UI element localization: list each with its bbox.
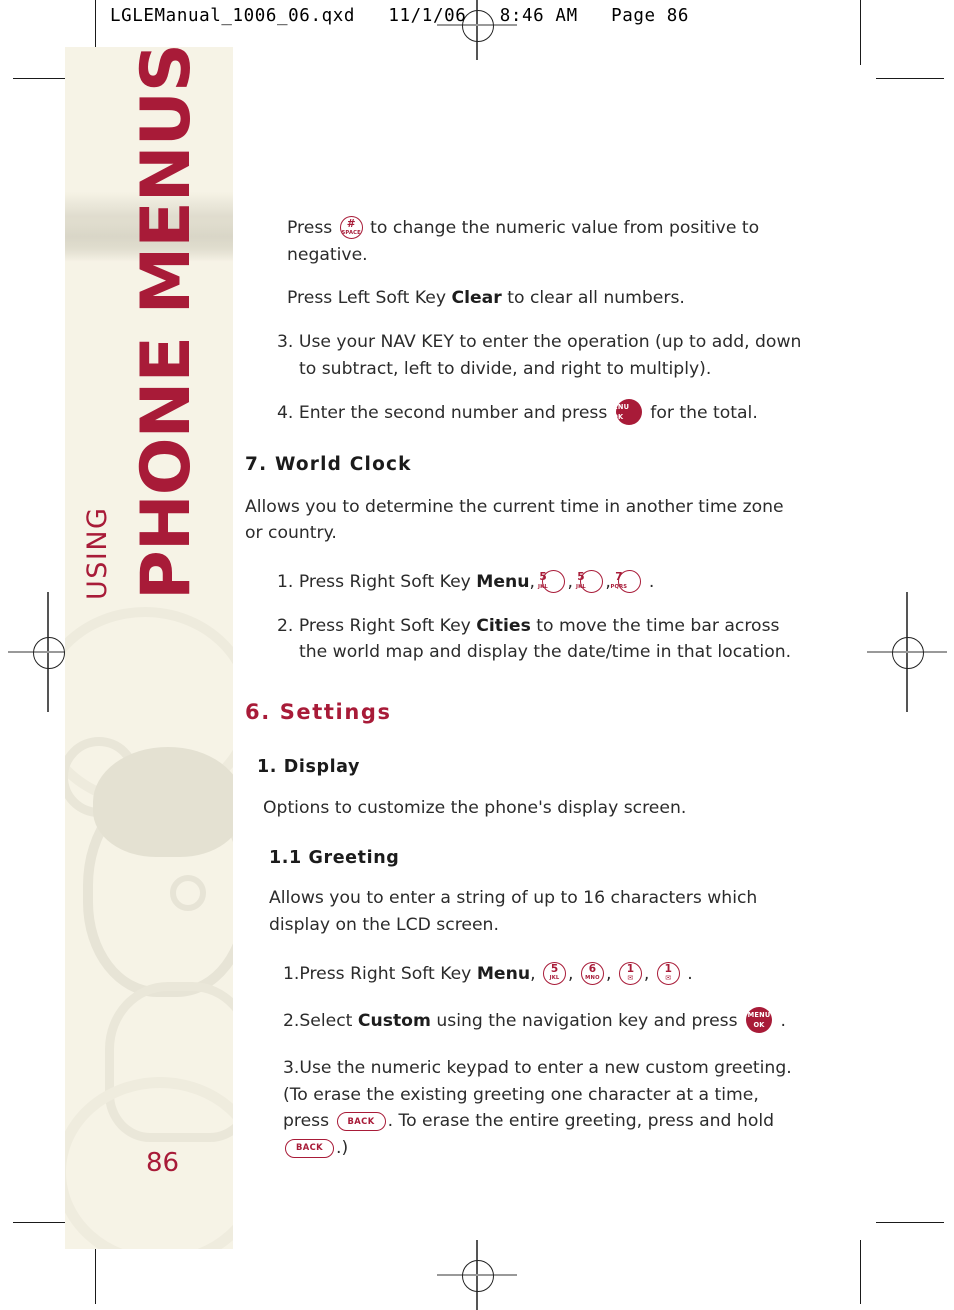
heading-display: 1. Display [257,757,361,778]
key-back-icon: BACK [336,1112,386,1132]
greeting-desc-text: Allows you to enter a string of up to 16… [269,888,758,935]
list-item-greeting-step2: 2.Select Custom using the navigation key… [245,1007,805,1035]
gr-step1-text-lead: 1.Press Right Soft Key [283,963,472,984]
gr-step1-comma-1: , [530,963,536,984]
list-item-greeting-step3: 3.Use the numeric keypad to enter a new … [245,1055,805,1162]
gr-step3-text-c: .) [336,1137,349,1158]
wc-step2-text-lead: 2. Press Right Soft Key [277,615,471,636]
wc-step1-period: . [648,571,655,592]
heading-greeting: 1.1 Greeting [269,848,400,869]
clear-text-tail: to clear all numbers. [507,288,685,309]
calc-step3-text: 3. Use your NAV KEY to enter the operati… [277,331,802,379]
gr-step2-bold-custom: Custom [357,1011,431,1032]
key-6-sublabel: MNO [585,975,600,982]
key-5-sublabel-3: JKL [549,975,560,982]
key-7-pqrs-icon: 7 PQRS [610,569,642,593]
calc-step4-text-tail: for the total. [650,403,758,424]
wc-step1-comma-2: , [567,571,573,592]
key-1-envelope-icon-2: 1 ✉ [656,961,680,985]
gr-step2-text-lead: 2.Select [283,1011,353,1032]
calc-step4-text-lead: 4. Enter the second number and press [277,403,608,424]
gr-step1-bold-menu: Menu [476,963,531,984]
paragraph-press-hash: Press # SPACE to change the numeric valu… [245,215,805,268]
key-5-number: 5 [539,571,547,584]
key-5-number-2: 5 [577,571,585,584]
key-1-envelope-icon: 1 ✉ [618,961,642,985]
sidebar-title-sub: USING [82,506,113,600]
key-5-number-3: 5 [550,963,559,976]
paragraph-clear: Press Left Soft Key Clear to clear all n… [245,285,805,312]
key-5-sublabel-2: JKL [575,583,586,590]
list-item-greeting-step1: 1.Press Right Soft Key Menu, 5 JKL , 6 M… [245,961,805,988]
paragraph-display-desc: Options to customize the phone's display… [245,795,805,822]
crop-mark-bottom-right-horizontal [876,1222,944,1224]
key-5-jkl-icon: 5 JKL [538,569,566,593]
print-header: LGLEManual_1006_06.qxd 11/1/06 8:46 AM P… [110,6,690,26]
registration-mark-right [867,592,947,712]
heading-world-clock: 7. World Clock [245,453,412,475]
key-back-icon-2: BACK [285,1138,334,1158]
wc-step2-bold-cities: Cities [476,615,531,636]
gr-step1-comma-4: , [643,963,650,984]
key-hash-space-icon: # SPACE [339,216,363,239]
key-menu-ok-icon: MENU OK [606,399,642,426]
gr-step2-text-mid: using the navigation key and press [436,1011,738,1032]
key-1-number: 1 [626,963,635,976]
heading-settings: 6. Settings [245,699,392,724]
main-content: Press # SPACE to change the numeric valu… [245,215,805,1179]
key-5-sublabel: JKL [538,583,548,590]
gr-step3-text-b: . To erase the entire greeting, press an… [387,1111,775,1132]
clear-text-lead: Press Left Soft Key [287,288,447,309]
key-back-label-2: BACK [295,1142,324,1153]
key-hash-number: # [346,217,356,230]
wc-step1-text-lead: 1. Press Right Soft Key [277,571,471,592]
key-menu-ok-line2: OK [612,412,624,421]
key-hash-sublabel: SPACE [341,229,361,236]
key-6-mno-icon: 6 MNO [580,961,604,985]
list-item-calc-step3: 3. Use your NAV KEY to enter the operati… [245,329,805,382]
crop-mark-top-right-vertical [860,0,862,65]
paragraph-world-clock-desc: Allows you to determine the current time… [245,494,805,547]
key-7-number: 7 [615,571,623,584]
press-hash-text-lead: Press [287,218,333,238]
display-desc-text: Options to customize the phone's display… [263,797,687,818]
gr-step1-comma-3: , [605,963,612,984]
wc-step1-bold-menu: Menu [476,571,530,592]
key-menu-ok-line1-2: MENU [747,1010,771,1019]
gr-step2-period: . [780,1011,786,1032]
registration-mark-bottom [437,1240,517,1310]
list-item-wc-step1: 1. Press Right Soft Key Menu, 5 JKL , 5 … [245,569,805,596]
key-1-number-2: 1 [664,963,672,976]
paragraph-greeting-desc: Allows you to enter a string of up to 16… [245,885,805,938]
key-5-jkl-icon-3: 5 JKL [543,961,566,985]
gr-step1-period: . [687,963,693,984]
key-1-sublabel-2: ✉ [665,974,672,983]
crop-mark-bottom-left-vertical [95,1240,97,1304]
key-7-sublabel: PQRS [610,583,628,590]
key-menu-ok-icon-2: MENU OK [746,1007,773,1034]
sidebar-title-main: PHONE MENUS [127,44,206,600]
key-1-sublabel: ✉ [627,974,634,983]
world-clock-desc-text: Allows you to determine the current time… [245,496,784,544]
gr-step1-comma-2: , [568,963,574,984]
crop-mark-top-right-horizontal [876,78,944,80]
page-number: 86 [146,1148,180,1178]
key-6-number: 6 [588,963,597,976]
crop-mark-bottom-right-vertical [860,1240,862,1304]
key-menu-ok-line2-2: OK [753,1020,765,1029]
list-item-wc-step2: 2. Press Right Soft Key Cities to move t… [245,613,805,666]
wc-step1-comma-1: , [529,571,535,592]
key-5-jkl-icon-2: 5 JKL [575,569,604,593]
list-item-calc-step4: 4. Enter the second number and press MEN… [245,399,805,427]
key-back-label: BACK [347,1115,375,1126]
clear-bold-label: Clear [451,288,502,309]
key-menu-ok-line1: MENU [606,402,630,411]
